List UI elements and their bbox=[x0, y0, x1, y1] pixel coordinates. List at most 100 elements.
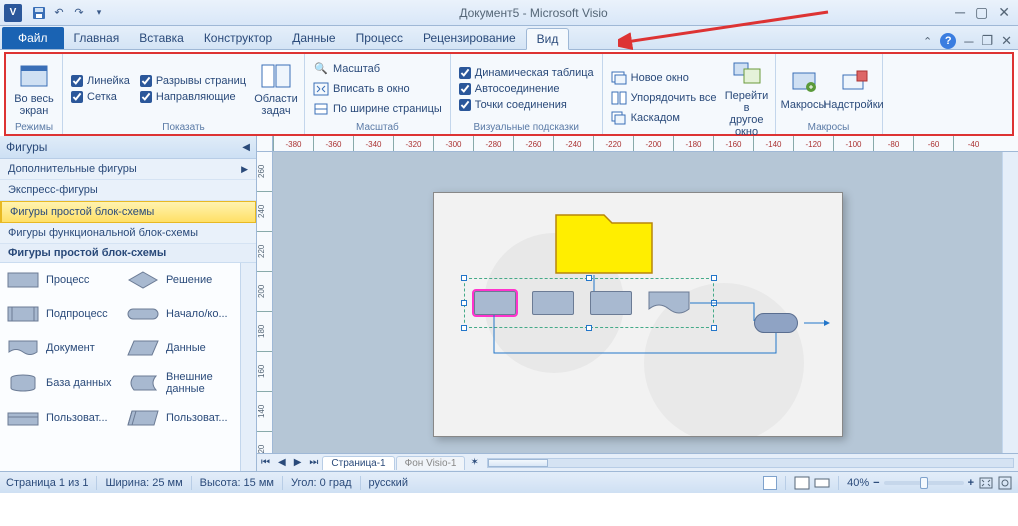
chk-pagebreaks[interactable]: Разрывы страниц bbox=[140, 75, 246, 87]
doc-close-icon[interactable]: ✕ bbox=[1001, 33, 1012, 49]
connectors bbox=[434, 193, 844, 438]
tab-design[interactable]: Конструктор bbox=[194, 27, 282, 49]
express-shapes-row[interactable]: Экспресс-фигуры bbox=[0, 180, 256, 201]
scrollbar-vertical[interactable] bbox=[1002, 152, 1018, 453]
drawing-area: -380-360-340-320-300-280-260-240-220-200… bbox=[257, 136, 1018, 471]
tab-view[interactable]: Вид bbox=[526, 28, 570, 50]
group-label-modes: Режимы bbox=[10, 121, 58, 134]
tab-home[interactable]: Главная bbox=[64, 27, 130, 49]
zoom-in-icon[interactable]: + bbox=[968, 477, 974, 489]
functional-flowchart-row[interactable]: Фигуры функциональной блок-схемы bbox=[0, 223, 256, 244]
zoom-out-icon[interactable]: − bbox=[873, 477, 879, 489]
new-window-button[interactable]: Новое окно bbox=[609, 69, 719, 87]
page-nav-next-icon[interactable]: ▶ bbox=[290, 457, 306, 468]
page-add-icon[interactable]: ✶ bbox=[466, 457, 482, 468]
pan-zoom-icon[interactable] bbox=[998, 476, 1012, 490]
cascade-button[interactable]: Каскадом bbox=[609, 109, 719, 127]
status-angle: Угол: 0 град bbox=[291, 477, 352, 489]
group-label-show: Показать bbox=[67, 121, 300, 134]
tab-insert[interactable]: Вставка bbox=[129, 27, 194, 49]
app-icon[interactable]: V bbox=[4, 4, 22, 22]
page-nav-last-icon[interactable]: ⏭ bbox=[305, 457, 322, 468]
shape-process[interactable]: Процесс bbox=[0, 263, 120, 297]
shape-data[interactable]: Данные bbox=[120, 331, 240, 365]
window-title: Документ5 - Microsoft Visio bbox=[112, 6, 955, 20]
shape-external[interactable]: Внешние данные bbox=[120, 365, 240, 401]
canvas[interactable] bbox=[273, 152, 1002, 453]
maximize-icon[interactable]: ▢ bbox=[975, 4, 988, 21]
new-window-icon bbox=[611, 70, 627, 86]
redo-icon[interactable]: ↷ bbox=[70, 4, 88, 22]
chk-grid[interactable]: Сетка bbox=[71, 91, 130, 103]
tab-process[interactable]: Процесс bbox=[346, 27, 413, 49]
shape-document[interactable]: Документ bbox=[0, 331, 120, 365]
zoom-slider[interactable] bbox=[884, 481, 964, 485]
main-area: Фигуры◀ Дополнительные фигуры▶ Экспресс-… bbox=[0, 136, 1018, 471]
arrange-all-button[interactable]: Упорядочить все bbox=[609, 89, 719, 107]
shapes-pane: Фигуры◀ Дополнительные фигуры▶ Экспресс-… bbox=[0, 136, 257, 471]
shape-subprocess[interactable]: Подпроцесс bbox=[0, 297, 120, 331]
shape-custom1[interactable]: Пользоват... bbox=[0, 401, 120, 435]
tab-data[interactable]: Данные bbox=[282, 27, 345, 49]
status-lang: русский bbox=[369, 477, 408, 489]
fullscreen-button[interactable]: Во весь экран bbox=[10, 59, 58, 119]
minimize-icon[interactable]: ─ bbox=[955, 4, 965, 21]
shape-custom2[interactable]: Пользоват... bbox=[120, 401, 240, 435]
chk-ruler[interactable]: Линейка bbox=[71, 75, 130, 87]
close-icon[interactable]: ✕ bbox=[998, 4, 1010, 21]
chk-dynamic-grid[interactable]: Динамическая таблица bbox=[459, 67, 594, 79]
page-tab-1[interactable]: Страница-1 bbox=[322, 456, 394, 470]
addins-button[interactable]: Надстройки bbox=[830, 65, 878, 113]
status-page: Страница 1 из 1 bbox=[6, 477, 88, 489]
undo-icon[interactable]: ↶ bbox=[50, 4, 68, 22]
quick-access-toolbar: V ↶ ↷ ▾ bbox=[0, 4, 112, 22]
shape-database[interactable]: База данных bbox=[0, 365, 120, 401]
shape-decision[interactable]: Решение bbox=[120, 263, 240, 297]
status-width: Ширина: 25 мм bbox=[105, 477, 182, 489]
scrollbar-vertical[interactable] bbox=[240, 263, 256, 471]
zoom-icon: 🔍 bbox=[313, 61, 329, 77]
simple-flowchart-row[interactable]: Фигуры простой блок-схемы bbox=[0, 201, 256, 223]
status-bar: Страница 1 из 1 Ширина: 25 мм Высота: 15… bbox=[0, 471, 1018, 493]
fit-window-button[interactable]: Вписать в окно bbox=[311, 80, 444, 98]
zoom-level[interactable]: 40% bbox=[847, 477, 869, 489]
vertical-ruler: 260240220200180160140120 bbox=[257, 152, 273, 453]
page-width-button[interactable]: По ширине страницы bbox=[311, 100, 444, 118]
group-label-macros: Макросы bbox=[780, 121, 878, 134]
doc-restore-icon[interactable]: ❐ bbox=[981, 33, 993, 49]
tab-review[interactable]: Рецензирование bbox=[413, 27, 526, 49]
qat-customize-icon[interactable]: ▾ bbox=[90, 4, 108, 22]
page-tabs-bar: ⏮ ◀ ▶ ⏭ Страница-1 Фон Visio-1 ✶ bbox=[257, 453, 1018, 471]
more-shapes-row[interactable]: Дополнительные фигуры▶ bbox=[0, 159, 256, 180]
shapes-pane-title[interactable]: Фигуры◀ bbox=[0, 136, 256, 159]
fit-page-icon[interactable] bbox=[978, 476, 994, 490]
collapse-icon[interactable]: ◀ bbox=[242, 142, 250, 153]
chk-autoconnect[interactable]: Автосоединение bbox=[459, 83, 594, 95]
page-tab-bg[interactable]: Фон Visio-1 bbox=[396, 456, 466, 470]
save-icon[interactable] bbox=[30, 4, 48, 22]
fullscreen-icon bbox=[18, 61, 50, 91]
task-panes-button[interactable]: Области задач bbox=[252, 59, 300, 119]
chk-connection-points[interactable]: Точки соединения bbox=[459, 99, 594, 111]
tab-file[interactable]: Файл bbox=[2, 27, 64, 49]
scrollbar-horizontal[interactable] bbox=[487, 458, 1014, 468]
doc-minimize-icon[interactable]: ─ bbox=[964, 34, 973, 49]
help-icon[interactable]: ? bbox=[940, 33, 956, 49]
zoom-button[interactable]: 🔍Масштаб bbox=[311, 60, 444, 78]
ribbon-view: Во весь экран Режимы Линейка Сетка Разры… bbox=[4, 52, 1014, 136]
page-width-icon bbox=[313, 101, 329, 117]
macros-button[interactable]: Макросы bbox=[780, 65, 828, 113]
macro-record-icon[interactable] bbox=[763, 476, 777, 490]
horizontal-ruler: -380-360-340-320-300-280-260-240-220-200… bbox=[257, 136, 1018, 152]
page-nav-first-icon[interactable]: ⏮ bbox=[257, 457, 274, 468]
view-normal-icon[interactable] bbox=[794, 476, 810, 490]
drawing-page[interactable] bbox=[433, 192, 843, 437]
page-nav-prev-icon[interactable]: ◀ bbox=[274, 457, 290, 468]
view-wide-icon[interactable] bbox=[814, 476, 830, 490]
chk-guides[interactable]: Направляющие bbox=[140, 91, 246, 103]
switch-window-button[interactable]: Перейти в другое окно bbox=[723, 56, 771, 140]
ribbon-minimize-icon[interactable]: ⌃ bbox=[923, 35, 932, 48]
shape-terminator[interactable]: Начало/ко... bbox=[120, 297, 240, 331]
switch-window-icon bbox=[731, 58, 763, 88]
shapes-section-header: Фигуры простой блок-схемы bbox=[0, 244, 256, 263]
